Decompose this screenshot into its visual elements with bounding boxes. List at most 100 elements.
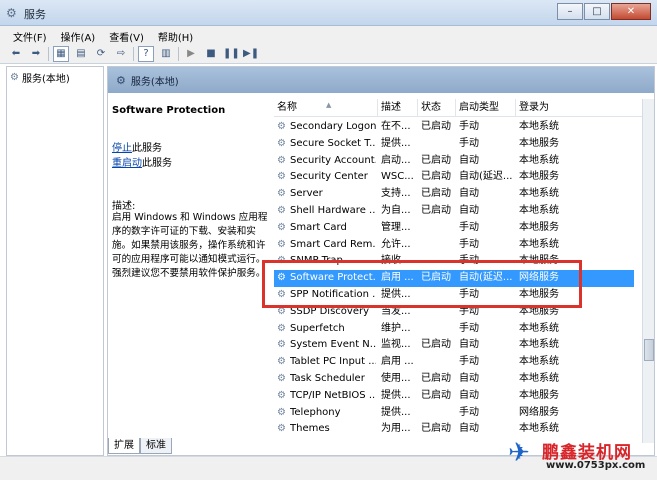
start-service-icon[interactable]: ▶ (183, 46, 199, 62)
service-name-cell: Telephony (290, 406, 341, 418)
service-name-cell: SNMP Trap (290, 255, 343, 267)
properties-icon[interactable]: ▤ (73, 46, 89, 62)
scrollbar-thumb[interactable] (644, 339, 654, 361)
column-header-description[interactable]: 描述 (378, 99, 418, 117)
service-status-cell: 已启动 (421, 389, 451, 401)
tab-standard[interactable]: 标准 (140, 438, 172, 454)
table-row[interactable]: ⚙ TCP/IP NetBIOS ... 提供... 已启动 自动 本地服务 (274, 388, 634, 405)
stop-service-action: 停止此服务 (112, 139, 162, 154)
service-startup-cell: 自动(延迟... (459, 171, 513, 183)
service-gear-icon: ⚙ (277, 423, 286, 435)
service-startup-cell: 手动 (459, 356, 479, 368)
table-row[interactable]: ⚙ Software Protect... 启用 ... 已启动 自动(延迟... 网络服… (274, 270, 634, 287)
service-startup-cell: 自动 (459, 372, 479, 384)
description-label: 描述: (112, 201, 136, 212)
export-list-icon[interactable]: ⇨ (113, 46, 129, 62)
service-name-cell: Tablet PC Input ... (290, 356, 376, 368)
service-gear-icon: ⚙ (277, 406, 286, 418)
table-row[interactable]: ⚙ Smart Card 管理... 手动 本地服务 (274, 220, 634, 237)
pane-header-title: 服务(本地) (130, 76, 179, 88)
table-row[interactable]: ⚙ Secondary Logon 在不... 已启动 手动 本地系统 (274, 119, 634, 136)
table-row[interactable]: ⚙ System Event N... 监视... 已启动 自动 本地系统 (274, 337, 634, 354)
back-arrow-icon[interactable]: ⬅ (8, 46, 24, 62)
console-tree-icon[interactable]: ▦ (53, 45, 69, 62)
service-logon-cell: 本地系统 (519, 372, 559, 384)
table-row[interactable]: ⚙ SPP Notification ... 提供... 手动 本地服务 (274, 287, 634, 304)
column-header-log-on-as[interactable]: 登录为 (516, 99, 642, 117)
menu-help[interactable]: 帮助(H) (151, 26, 200, 44)
stop-service-suffix: 此服务 (132, 143, 162, 154)
service-logon-cell: 本地服务 (519, 288, 559, 300)
service-name-cell: Task Scheduler (290, 372, 365, 384)
menu-view[interactable]: 查看(V) (102, 26, 151, 44)
close-button[interactable]: ✕ (611, 3, 651, 20)
table-row[interactable]: ⚙ Shell Hardware ... 为自... 已启动 自动 本地系统 (274, 203, 634, 220)
help-icon[interactable]: ? (138, 45, 154, 62)
service-gear-icon: ⚙ (277, 255, 286, 267)
list-rows: ⚙ Secondary Logon 在不... 已启动 手动 本地系统 ⚙ Secure So… (274, 119, 654, 438)
forward-arrow-icon[interactable]: ➡ (28, 46, 44, 62)
action-pane-icon[interactable]: ▥ (158, 46, 174, 62)
table-row[interactable]: ⚙ Security Center WSC... 已启动 自动(延迟... 本地服务 (274, 169, 634, 186)
table-row[interactable]: ⚙ Superfetch 维护... 手动 本地系统 (274, 321, 634, 338)
service-logon-cell: 本地系统 (519, 121, 559, 132)
column-header-startup-type[interactable]: 启动类型 (456, 99, 516, 117)
menu-action[interactable]: 操作(A) (54, 26, 103, 44)
table-row[interactable]: ⚙ Telephony 提供... 手动 网络服务 (274, 405, 634, 422)
service-gear-icon: ⚙ (277, 204, 286, 216)
table-row[interactable]: ⚙ SNMP Trap 接收... 手动 本地服务 (274, 253, 634, 270)
service-gear-icon: ⚙ (277, 221, 286, 233)
service-logon-cell: 网络服务 (519, 272, 559, 284)
maximize-button[interactable]: □ (584, 3, 610, 20)
service-startup-cell: 自动 (459, 154, 479, 166)
table-row[interactable]: ⚙ Secure Socket T... 提供... 手动 本地服务 (274, 136, 634, 153)
service-desc-cell: 提供... (381, 389, 411, 401)
menu-file[interactable]: 文件(F) (6, 26, 54, 44)
stop-service-icon[interactable]: ■ (203, 46, 219, 62)
service-gear-icon: ⚙ (277, 188, 286, 200)
service-startup-cell: 手动 (459, 255, 479, 267)
selected-service-name: Software Protection (112, 105, 226, 116)
service-logon-cell: 本地系统 (519, 154, 559, 166)
tab-extended[interactable]: 扩展 (108, 438, 140, 454)
services-icon: ⚙ (10, 72, 19, 83)
service-logon-cell: 本地系统 (519, 238, 559, 250)
table-row[interactable]: ⚙ SSDP Discovery 当发... 手动 本地服务 (274, 304, 634, 321)
pause-service-icon[interactable]: ❚❚ (223, 46, 240, 62)
service-desc-cell: 为自... (381, 204, 411, 216)
restart-service-icon[interactable]: ▶❚ (243, 46, 259, 62)
service-name-cell: Secure Socket T... (290, 137, 376, 149)
service-desc-cell: 提供... (381, 406, 411, 418)
service-gear-icon: ⚙ (277, 171, 286, 183)
service-logon-cell: 本地系统 (519, 339, 559, 351)
restart-service-link[interactable]: 重启动 (112, 158, 142, 169)
service-desc-cell: 启用 ... (381, 272, 414, 284)
service-gear-icon: ⚙ (277, 305, 286, 317)
tree-item-services-local[interactable]: ⚙ 服务(本地) (10, 70, 70, 85)
service-name-cell: Smart Card (290, 221, 347, 233)
service-name-cell: Shell Hardware ... (290, 204, 376, 216)
sort-ascending-icon: ▲ (326, 101, 332, 109)
column-header-name[interactable]: 名称 ▲ (274, 99, 378, 117)
service-gear-icon: ⚙ (277, 272, 286, 284)
minimize-button[interactable]: – (557, 3, 583, 20)
service-desc-cell: 启动... (381, 154, 411, 166)
table-row[interactable]: ⚙ Security Account... 启动... 已启动 自动 本地系统 (274, 153, 634, 170)
service-name-cell: Themes (290, 423, 330, 435)
table-row[interactable]: ⚙ Tablet PC Input ... 启用 ... 手动 本地系统 (274, 354, 634, 371)
vertical-scrollbar[interactable] (642, 99, 654, 443)
column-header-status[interactable]: 状态 (418, 99, 456, 117)
table-row[interactable]: ⚙ Task Scheduler 使用... 已启动 自动 本地系统 (274, 371, 634, 388)
table-row[interactable]: ⚙ Smart Card Rem... 允许... 手动 本地系统 (274, 237, 634, 254)
service-gear-icon: ⚙ (277, 322, 286, 334)
refresh-icon[interactable]: ⟳ (93, 46, 109, 62)
toolbar-separator (133, 46, 134, 61)
service-logon-cell: 本地服务 (519, 137, 559, 149)
service-status-cell: 已启动 (421, 339, 451, 351)
service-startup-cell: 自动 (459, 204, 479, 216)
stop-service-link[interactable]: 停止 (112, 143, 132, 154)
table-row[interactable]: ⚙ Server 支持... 已启动 自动 本地系统 (274, 186, 634, 203)
service-gear-icon: ⚙ (277, 389, 286, 401)
service-gear-icon: ⚙ (277, 137, 286, 149)
service-gear-icon: ⚙ (277, 356, 286, 368)
